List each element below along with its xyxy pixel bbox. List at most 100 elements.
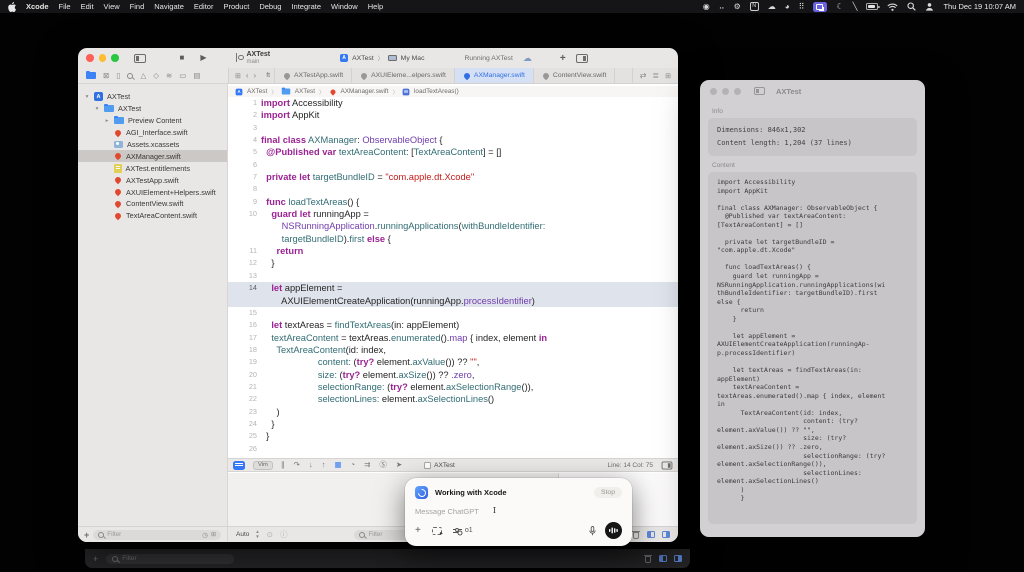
- threads-icon[interactable]: ⇉: [364, 461, 370, 469]
- menu-item-window[interactable]: Window: [331, 2, 358, 11]
- menu-clock[interactable]: Thu Dec 19 10:07 AM: [943, 2, 1016, 11]
- find-icon[interactable]: [127, 73, 133, 79]
- tab-ft[interactable]: ft: [262, 68, 275, 83]
- run-button[interactable]: ▶: [200, 54, 206, 62]
- variables-pane-toggle-icon[interactable]: [647, 531, 655, 538]
- disclosure-icon[interactable]: ▾: [94, 106, 100, 112]
- menu-item-find[interactable]: Find: [130, 2, 145, 11]
- control-center-user-icon[interactable]: [925, 2, 934, 11]
- sidebar-item-agi-interface-swift[interactable]: AGI_Interface.swift: [78, 127, 227, 139]
- tab-overview-icon[interactable]: ⊞: [235, 72, 241, 80]
- breakpoints-icon[interactable]: ▭: [179, 72, 186, 80]
- menu-item-product[interactable]: Product: [223, 2, 249, 11]
- sidebar-item-textareacontent-swift[interactable]: TextAreaContent.swift: [78, 210, 227, 222]
- sanitizer-icon[interactable]: Ⓢ: [379, 461, 387, 469]
- voice-mode-button[interactable]: [605, 522, 622, 539]
- spotlight-icon[interactable]: [907, 2, 916, 11]
- navigator-toggle-icon[interactable]: [134, 54, 146, 63]
- gear-icon[interactable]: ⚙: [734, 3, 741, 11]
- model-selector[interactable]: o1: [453, 527, 473, 534]
- sidebar-item-preview-content[interactable]: ▸Preview Content: [78, 115, 227, 127]
- menu-item-integrate[interactable]: Integrate: [291, 2, 321, 11]
- focus-moon-icon[interactable]: ☾: [836, 3, 843, 11]
- tab-contentview-swift[interactable]: ContentView.swift: [534, 68, 616, 83]
- breakpoints-toggle-icon[interactable]: [233, 461, 245, 470]
- menu-item-file[interactable]: File: [59, 2, 71, 11]
- cloud-icon[interactable]: ☁: [768, 3, 776, 11]
- bg-add-button[interactable]: +: [93, 554, 98, 564]
- memory-icon[interactable]: ◔: [351, 461, 356, 469]
- debug-icon[interactable]: ≋: [166, 72, 172, 80]
- close-button[interactable]: [86, 54, 94, 62]
- bg-left-pane-icon[interactable]: [659, 555, 667, 562]
- notes-app-icon[interactable]: N: [750, 2, 759, 11]
- menu-item-xcode[interactable]: Xcode: [26, 2, 49, 11]
- project-navigator-icon[interactable]: [86, 72, 96, 79]
- info-icon[interactable]: ⓘ: [280, 529, 288, 540]
- microphone-icon[interactable]: [589, 526, 596, 536]
- chatgpt-message-input[interactable]: Message ChatGPT I: [415, 506, 622, 516]
- window-manager-icon[interactable]: [813, 2, 827, 12]
- apple-menu-icon[interactable]: [8, 2, 16, 12]
- sidebar-item-axuielement-helpers-swift[interactable]: AXUIElement+Helpers.swift: [78, 186, 227, 198]
- battery-icon[interactable]: [866, 3, 878, 10]
- console-pane-toggle-icon[interactable]: [662, 531, 670, 538]
- jump-bar-item[interactable]: AXManager.swift: [341, 88, 389, 95]
- bg-filter-field[interactable]: Filter: [106, 554, 234, 564]
- scheme-selector[interactable]: A AXTest 〉 My Mac: [340, 54, 424, 63]
- disclosure-icon[interactable]: ▸: [104, 118, 110, 124]
- tab-axmanager-swift[interactable]: AXManager.swift: [455, 68, 534, 83]
- attach-button[interactable]: +: [415, 526, 421, 536]
- console-toggle-icon[interactable]: [662, 461, 673, 469]
- step-over-icon[interactable]: ↷: [294, 461, 300, 469]
- split-editor-icon[interactable]: ⊞: [665, 72, 671, 80]
- disclosure-icon[interactable]: ▾: [84, 94, 90, 100]
- tab-axuieleme-elpers-swift[interactable]: AXUIEleme...elpers.swift: [352, 68, 455, 83]
- navigator-filter-field[interactable]: Filter ◷⊞: [93, 530, 221, 540]
- minimize-button[interactable]: [722, 88, 729, 95]
- content-box[interactable]: import Accessibility import AppKit final…: [708, 172, 917, 524]
- menu-item-help[interactable]: Help: [368, 2, 383, 11]
- menu-item-navigate[interactable]: Navigate: [154, 2, 184, 11]
- activity-status[interactable]: Running AXTest: [464, 55, 512, 62]
- minimize-button[interactable]: [99, 54, 107, 62]
- recording-app-icon[interactable]: ◉: [703, 3, 710, 11]
- back-icon[interactable]: ‹: [246, 71, 249, 80]
- forward-icon[interactable]: ›: [254, 71, 257, 80]
- jump-bar-item[interactable]: loadTextAreas(): [414, 88, 459, 95]
- sidebar-toggle-icon[interactable]: [754, 87, 765, 95]
- clear-console-icon[interactable]: [632, 530, 640, 539]
- menu-item-edit[interactable]: Edit: [81, 2, 94, 11]
- menu-item-editor[interactable]: Editor: [194, 2, 214, 11]
- bg-right-pane-icon[interactable]: [674, 555, 682, 562]
- sidebar-item-assets-xcassets[interactable]: Assets.xcassets: [78, 139, 227, 151]
- draw-tool-icon[interactable]: ╲: [853, 3, 858, 11]
- add-file-button[interactable]: +: [84, 530, 89, 540]
- add-tab-button[interactable]: +: [560, 53, 566, 64]
- issues-icon[interactable]: △: [140, 72, 146, 80]
- step-out-icon[interactable]: ↑: [322, 461, 326, 469]
- source-control-status[interactable]: AXTest main: [235, 51, 271, 65]
- source-control-filter-icon[interactable]: ⊞: [211, 531, 216, 539]
- more-dots-icon[interactable]: ⠤: [719, 3, 725, 11]
- minimap-icon[interactable]: ≣: [652, 71, 659, 80]
- work-with-apps-icon[interactable]: [432, 527, 442, 535]
- jump-bar-item[interactable]: AXTest: [247, 88, 267, 95]
- close-button[interactable]: [710, 88, 717, 95]
- variables-view-scope[interactable]: Auto ▲▼: [236, 530, 260, 539]
- stop-button[interactable]: Stop: [594, 487, 622, 498]
- inspector-toggle-icon[interactable]: [576, 54, 588, 63]
- source-editor[interactable]: 1import Accessibility2import AppKit34fin…: [228, 97, 678, 458]
- bookmarks-icon[interactable]: ▯: [116, 72, 120, 80]
- sidebar-item-axmanager-swift[interactable]: AXManager.swift: [78, 150, 227, 162]
- wifi-icon[interactable]: [887, 3, 898, 11]
- sidebar-item-contentview-swift[interactable]: ContentView.swift: [78, 198, 227, 210]
- zoom-button[interactable]: [734, 88, 741, 95]
- step-in-icon[interactable]: ↓: [309, 461, 313, 469]
- stop-button[interactable]: ■: [180, 54, 185, 62]
- tests-icon[interactable]: ◇: [153, 72, 159, 80]
- jump-bar-item[interactable]: AXTest: [295, 88, 315, 95]
- jump-bar[interactable]: AAXTest〉AXTest〉AXManager.swift〉MloadText…: [228, 86, 678, 97]
- recent-files-icon[interactable]: ◷: [202, 531, 208, 539]
- sidebar-item-axtest-entitlements[interactable]: AXTest.entitlements: [78, 162, 227, 174]
